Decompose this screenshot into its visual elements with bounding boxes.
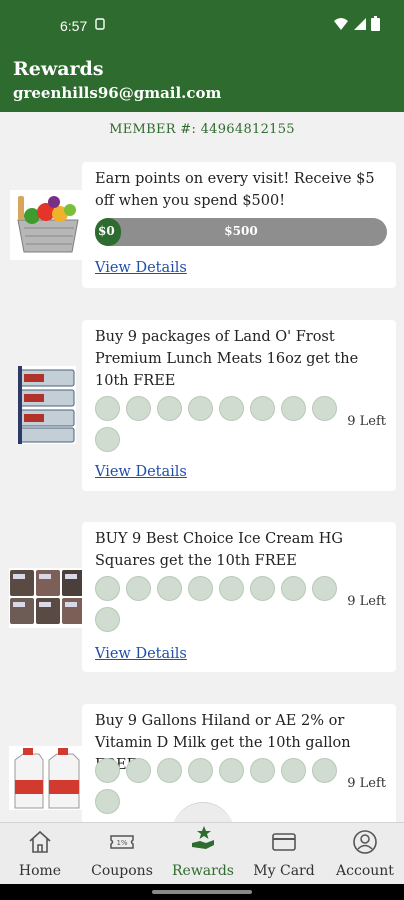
punch-circle (281, 576, 306, 601)
nav-account[interactable]: Account (326, 823, 404, 885)
nav-my-card[interactable]: My Card (242, 823, 326, 885)
punch-circle (126, 576, 151, 601)
reward-card: Buy 9 Gallons Hiland or AE 2% or Vitamin… (82, 704, 396, 822)
punch-circle (95, 427, 120, 452)
gesture-bar-area (0, 884, 404, 900)
points-progress-bar: $0 $500 (95, 218, 387, 246)
ice-cream-image (9, 568, 86, 628)
punch-circle (95, 789, 120, 814)
punch-circle (157, 396, 182, 421)
punch-circle (126, 396, 151, 421)
rewards-star-icon (192, 826, 214, 849)
reward-title: Earn points on every visit! Receive $5 o… (95, 171, 375, 209)
reward-card: Buy 9 packages of Land O' Frost Premium … (82, 320, 396, 491)
reward-card: Earn points on every visit! Receive $5 o… (82, 162, 396, 288)
nav-home[interactable]: Home (0, 823, 80, 885)
page-title: Rewards (13, 58, 104, 80)
punch-circle (250, 758, 275, 783)
status-time: 6:57 (60, 18, 88, 34)
account-icon (353, 830, 377, 854)
punch-circle (157, 576, 182, 601)
punch-card-grid (95, 576, 343, 632)
nav-label: Home (18, 863, 62, 879)
view-details-link[interactable]: View Details (95, 646, 187, 662)
status-icons (333, 16, 380, 31)
punch-circle (312, 758, 337, 783)
punch-circle (219, 396, 244, 421)
nav-label: My Card (253, 863, 315, 879)
svg-text:1%: 1% (116, 839, 127, 847)
punch-circle (95, 576, 120, 601)
signal-icon (354, 17, 366, 30)
punch-circle (281, 396, 306, 421)
punch-circle (312, 396, 337, 421)
status-bar: 6:57 (0, 0, 404, 50)
nav-rewards[interactable]: Rewards (164, 823, 242, 885)
nav-label: Rewards (172, 863, 234, 879)
punch-circle (157, 758, 182, 783)
grocery-basket-image (10, 190, 86, 260)
nav-label: Coupons (91, 863, 153, 879)
bottom-nav: Home 1% Coupons Rewards My Card Account (0, 822, 404, 884)
punch-circle (312, 576, 337, 601)
remaining-count: 9 Left (347, 594, 386, 609)
coupon-icon: 1% (110, 835, 134, 849)
punch-circle (95, 758, 120, 783)
remaining-count: 9 Left (347, 776, 386, 791)
rewards-list[interactable]: Earn points on every visit! Receive $5 o… (0, 150, 404, 822)
nav-label: Account (336, 863, 394, 879)
app-header: Rewards greenhills96@gmail.com (0, 50, 404, 112)
punch-circle (126, 758, 151, 783)
sim-icon (95, 18, 105, 33)
card-icon (272, 833, 296, 851)
milk-gallons-image (9, 746, 86, 810)
punch-card-grid (95, 396, 343, 452)
punch-circle (95, 607, 120, 632)
reward-card: BUY 9 Best Choice Ice Cream HG Squares g… (82, 522, 396, 672)
reward-title: Buy 9 packages of Land O' Frost Premium … (95, 329, 359, 389)
punch-circle (250, 396, 275, 421)
remaining-count: 9 Left (347, 414, 386, 429)
reward-title: BUY 9 Best Choice Ice Cream HG Squares g… (95, 531, 343, 569)
member-number: MEMBER #: 44964812155 (109, 122, 295, 137)
account-email: greenhills96@gmail.com (13, 84, 222, 102)
view-details-link[interactable]: View Details (95, 464, 187, 480)
view-details-link[interactable]: View Details (95, 260, 187, 276)
punch-circle (188, 758, 213, 783)
punch-circle (281, 758, 306, 783)
punch-circle (250, 576, 275, 601)
progress-goal-label: $500 (224, 224, 258, 238)
punch-circle (95, 396, 120, 421)
wifi-icon (334, 17, 348, 30)
punch-circle (188, 576, 213, 601)
home-icon (29, 830, 51, 853)
gesture-handle[interactable] (152, 890, 252, 894)
nav-coupons[interactable]: 1% Coupons (80, 823, 164, 885)
lunch-meat-image (18, 366, 76, 444)
battery-icon (371, 16, 380, 31)
punch-circle (219, 576, 244, 601)
punch-circle (188, 396, 213, 421)
punch-circle (219, 758, 244, 783)
